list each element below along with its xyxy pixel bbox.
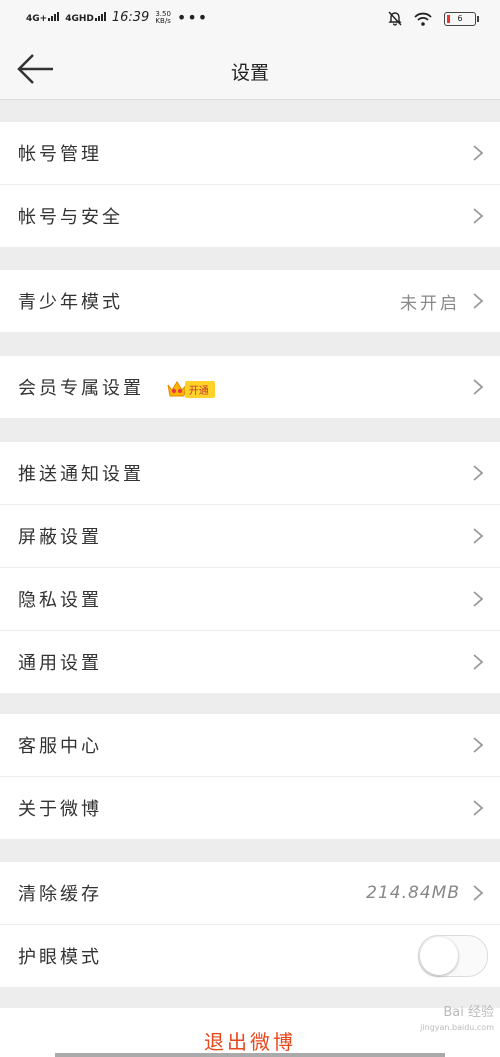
- watermark: Bai 经验 jingyan.baidu.com: [420, 1005, 494, 1032]
- chevron-right-icon: [473, 591, 484, 607]
- row-label: 帐号与安全: [18, 207, 123, 228]
- chevron-right-icon: [473, 528, 484, 544]
- settings-group-help: 客服中心 关于微博: [0, 714, 500, 839]
- cache-size: 214.84MB: [366, 883, 460, 903]
- settings-group-account: 帐号管理 帐号与安全: [0, 122, 500, 247]
- chevron-right-icon: [473, 208, 484, 224]
- sim1-indicator: 4G+: [26, 11, 60, 24]
- chevron-right-icon: [473, 145, 484, 161]
- row-clear-cache[interactable]: 清除缓存 214.84MB: [0, 862, 500, 925]
- row-label: 会员专属设置 开通: [18, 374, 215, 400]
- wifi-icon: [414, 12, 432, 26]
- vip-badge: 开通: [167, 380, 215, 398]
- teen-mode-status: 未开启: [400, 293, 460, 314]
- row-push-notification[interactable]: 推送通知设置: [0, 442, 500, 505]
- chevron-right-icon: [473, 379, 484, 395]
- bottom-divider: [55, 1053, 445, 1057]
- row-label: 屏蔽设置: [18, 527, 102, 548]
- network-speed: 3.50 KB/s: [155, 9, 171, 25]
- row-label: 关于微博: [18, 799, 102, 820]
- chevron-right-icon: [473, 737, 484, 753]
- page-title: 设置: [230, 62, 269, 84]
- nav-bar: 设置: [0, 40, 500, 100]
- row-account-management[interactable]: 帐号管理: [0, 122, 500, 185]
- row-privacy-settings[interactable]: 隐私设置: [0, 568, 500, 631]
- chevron-right-icon: [473, 885, 484, 901]
- settings-group-teen: 青少年模式 未开启: [0, 270, 500, 332]
- row-label: 隐私设置: [18, 590, 102, 611]
- chevron-right-icon: [473, 800, 484, 816]
- chevron-right-icon: [473, 293, 484, 309]
- toggle-knob: [420, 937, 458, 975]
- sim2-indicator: 4GHD: [65, 11, 106, 24]
- row-label: 推送通知设置: [18, 464, 144, 485]
- more-notifications-icon: •••: [176, 7, 209, 27]
- status-bar: 4G+ 4GHD 16:39 3.50 KB/s ••• 6: [0, 0, 500, 40]
- row-customer-service[interactable]: 客服中心: [0, 714, 500, 777]
- row-label: 通用设置: [18, 653, 102, 674]
- battery-icon: 6: [444, 11, 479, 26]
- mute-bell-icon: [388, 11, 402, 26]
- crown-icon: [167, 381, 187, 397]
- row-eye-protection: 护眼模式: [0, 925, 500, 987]
- row-general-settings[interactable]: 通用设置: [0, 631, 500, 693]
- row-block-settings[interactable]: 屏蔽设置: [0, 505, 500, 568]
- row-label: 客服中心: [18, 736, 102, 757]
- clock: 16:39: [111, 10, 150, 25]
- vip-open-label: 开通: [184, 380, 215, 398]
- settings-group-general: 推送通知设置 屏蔽设置 隐私设置 通用设置: [0, 442, 500, 693]
- row-label: 护眼模式: [18, 947, 102, 968]
- row-label: 清除缓存: [18, 884, 102, 905]
- row-vip-settings[interactable]: 会员专属设置 开通: [0, 356, 500, 418]
- row-label: 帐号管理: [18, 144, 102, 165]
- row-about-weibo[interactable]: 关于微博: [0, 777, 500, 839]
- settings-group-vip: 会员专属设置 开通: [0, 356, 500, 418]
- row-label: 青少年模式: [18, 292, 123, 313]
- chevron-right-icon: [473, 465, 484, 481]
- chevron-right-icon: [473, 654, 484, 670]
- eye-protection-toggle[interactable]: [418, 935, 488, 977]
- settings-group-storage: 清除缓存 214.84MB 护眼模式: [0, 862, 500, 987]
- row-account-security[interactable]: 帐号与安全: [0, 185, 500, 247]
- row-teen-mode[interactable]: 青少年模式 未开启: [0, 270, 500, 332]
